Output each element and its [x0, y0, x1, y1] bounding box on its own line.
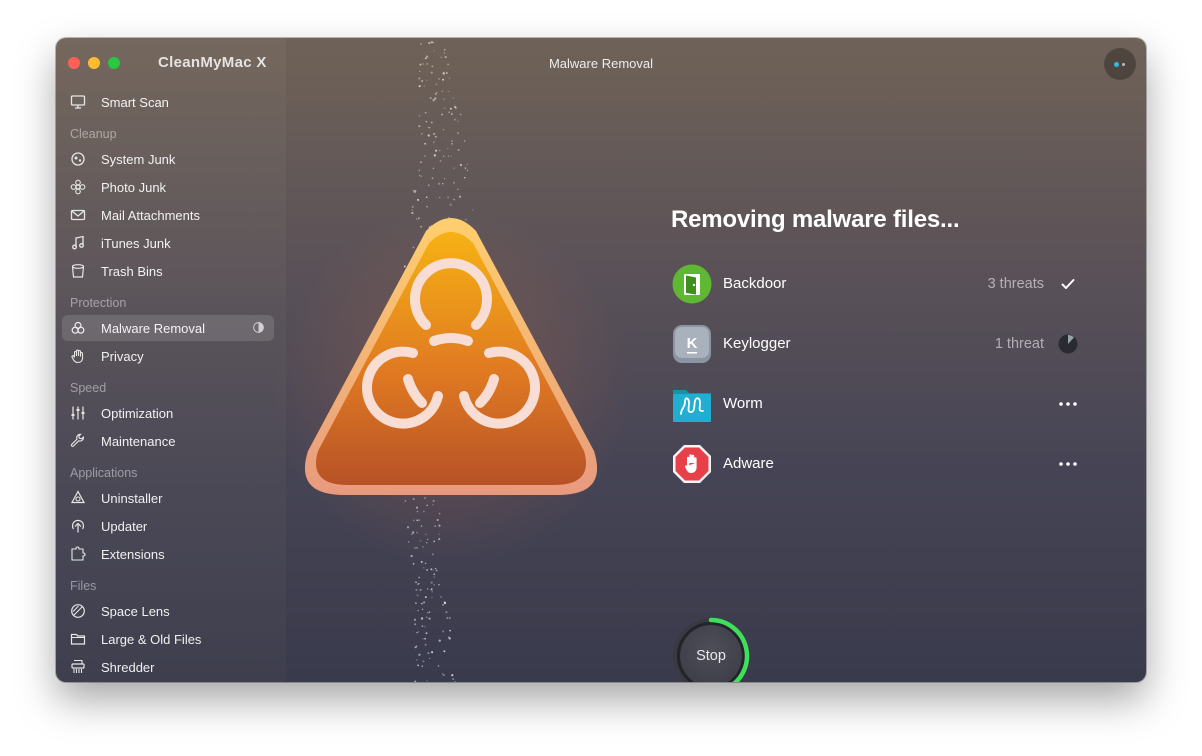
scan-progress-indicator — [253, 322, 264, 333]
threat-row-adware[interactable]: Adware — [672, 444, 1078, 484]
sidebar-item-label: iTunes Junk — [101, 235, 171, 251]
more-options-icon[interactable] — [1058, 394, 1078, 414]
sidebar-item-system-junk[interactable]: System Junk — [62, 146, 274, 172]
sidebar-item-uninstaller[interactable]: Uninstaller — [62, 485, 274, 511]
biohazard-warning-icon — [304, 218, 598, 495]
sidebar-item-label: Mail Attachments — [101, 207, 200, 223]
assistant-dot-secondary-icon — [1122, 63, 1125, 66]
music-note-icon — [70, 235, 86, 251]
sliders-icon — [70, 405, 86, 421]
sidebar-item-updater[interactable]: Updater — [62, 513, 274, 539]
sidebar-item-trash-bins[interactable]: Trash Bins — [62, 258, 274, 284]
sidebar-item-label: Shredder — [101, 659, 155, 675]
sidebar-item-label: Optimization — [101, 405, 174, 421]
stop-button[interactable]: Stop — [680, 625, 742, 682]
biohazard-icon — [70, 320, 86, 336]
sidebar-item-label: Malware Removal — [101, 320, 206, 336]
sidebar-item-label: Photo Junk — [101, 179, 167, 195]
sidebar-item-label: Privacy — [101, 348, 144, 364]
threat-count: 3 threats — [987, 276, 1044, 292]
checkmark-icon — [1058, 274, 1078, 294]
assistant-button[interactable] — [1104, 48, 1136, 80]
sidebar-item-label: Extensions — [101, 546, 165, 562]
threat-row-keylogger[interactable]: K Keylogger 1 threat — [672, 324, 1078, 364]
threat-row-worm[interactable]: Worm — [672, 384, 1078, 424]
section-heading-speed: Speed — [70, 381, 107, 395]
page-title: Removing malware files... — [671, 206, 960, 233]
section-heading-cleanup: Cleanup — [70, 127, 117, 141]
wrench-icon — [70, 433, 86, 449]
trash-icon — [70, 263, 86, 279]
sidebar-item-mail-attachments[interactable]: Mail Attachments — [62, 202, 274, 228]
updater-icon — [70, 518, 86, 534]
sidebar-item-malware-removal[interactable]: Malware Removal — [62, 315, 274, 341]
uninstaller-icon — [70, 490, 86, 506]
threat-name: Keylogger — [723, 335, 791, 352]
threat-count: 1 threat — [994, 336, 1044, 352]
sidebar-item-large-old-files[interactable]: Large & Old Files — [62, 626, 274, 652]
sidebar-item-label: Uninstaller — [101, 490, 163, 506]
app-window: CleanMyMac X Smart Scan Cleanup System J… — [56, 38, 1146, 682]
photo-junk-icon — [70, 179, 86, 195]
sidebar-item-shredder[interactable]: Shredder — [62, 654, 274, 680]
smart-scan-icon — [70, 94, 86, 110]
sidebar-item-label: Updater — [101, 518, 148, 534]
space-lens-icon — [70, 603, 86, 619]
threat-name: Backdoor — [723, 275, 787, 292]
threat-row-backdoor[interactable]: Backdoor 3 threats — [672, 264, 1078, 304]
sidebar-item-label: Trash Bins — [101, 263, 163, 279]
sidebar-item-optimization[interactable]: Optimization — [62, 400, 274, 426]
sidebar-item-extensions[interactable]: Extensions — [62, 541, 274, 567]
folder-icon — [70, 631, 86, 647]
sidebar-item-space-lens[interactable]: Space Lens — [62, 598, 274, 624]
sidebar-item-smart-scan[interactable]: Smart Scan — [62, 89, 274, 115]
sidebar-item-label: System Junk — [101, 151, 176, 167]
mail-icon — [70, 207, 86, 223]
sidebar-item-privacy[interactable]: Privacy — [62, 343, 274, 369]
sidebar-item-label: Large & Old Files — [101, 631, 202, 647]
worm-icon — [673, 390, 711, 422]
adware-icon — [673, 445, 711, 483]
section-heading-files: Files — [70, 579, 97, 593]
extensions-icon — [70, 546, 86, 562]
assistant-dot-icon — [1114, 62, 1119, 67]
section-heading-protection: Protection — [70, 296, 127, 310]
keylogger-icon: K — [673, 325, 711, 363]
system-junk-icon — [70, 151, 86, 167]
more-options-icon[interactable] — [1058, 454, 1078, 474]
progress-spinner-icon — [1058, 334, 1078, 354]
threat-name: Adware — [723, 455, 774, 472]
sidebar-item-itunes-junk[interactable]: iTunes Junk — [62, 230, 274, 256]
shredder-icon — [70, 659, 86, 675]
window-title: Malware Removal — [548, 56, 654, 71]
sidebar: CleanMyMac X Smart Scan Cleanup System J… — [56, 38, 286, 682]
sidebar-item-label: Space Lens — [101, 603, 170, 619]
svg-text:K: K — [687, 335, 698, 352]
sidebar-item-label: Maintenance — [101, 433, 176, 449]
sidebar-item-maintenance[interactable]: Maintenance — [62, 428, 274, 454]
threat-name: Worm — [723, 395, 763, 412]
section-heading-applications: Applications — [70, 466, 138, 480]
sidebar-item-photo-junk[interactable]: Photo Junk — [62, 174, 274, 200]
sidebar-item-label: Smart Scan — [101, 94, 169, 110]
backdoor-icon — [672, 264, 712, 304]
hand-icon — [70, 348, 86, 364]
